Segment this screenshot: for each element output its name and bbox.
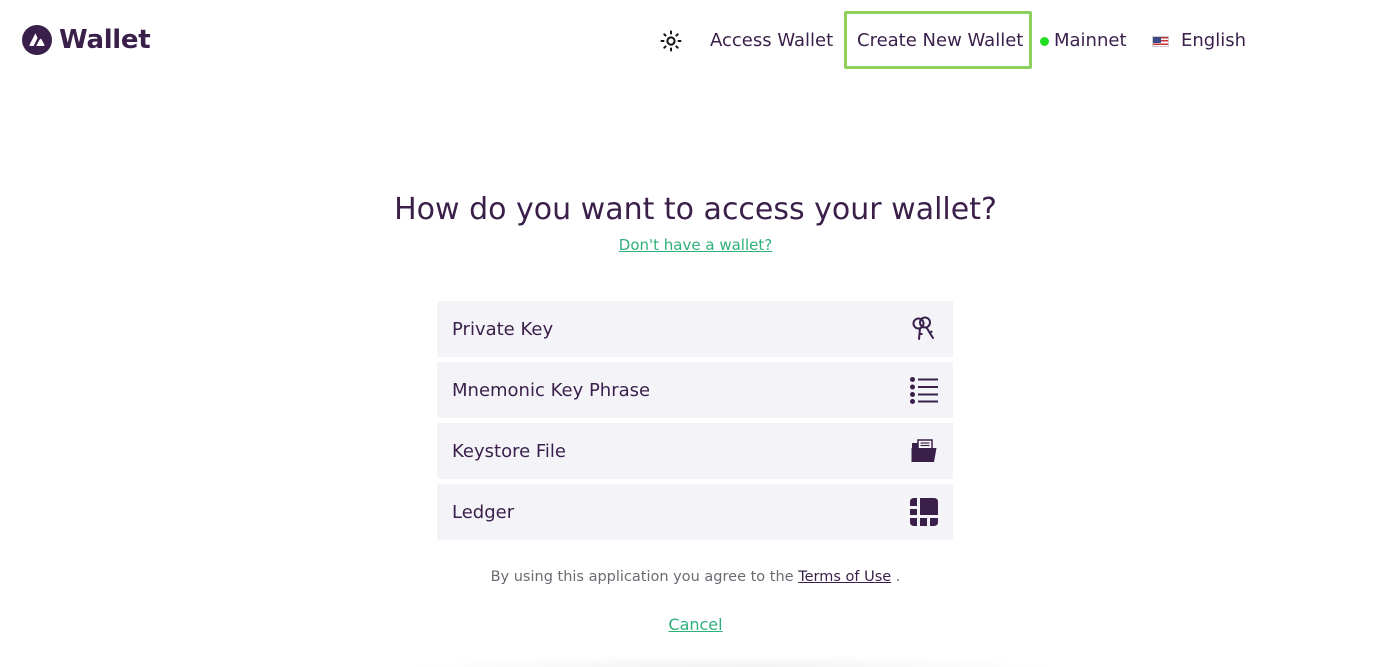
- access-options: Private Key Mnemonic Key Phrase Keystore…: [437, 301, 953, 545]
- network-status-dot: [1040, 36, 1049, 46]
- nav-access-wallet[interactable]: Access Wallet: [710, 28, 833, 54]
- option-label: Mnemonic Key Phrase: [452, 379, 651, 401]
- header: Wallet Access Wallet Create New Wallet M…: [0, 0, 1400, 82]
- no-wallet-link[interactable]: Don't have a wallet?: [619, 236, 772, 254]
- language-label: English: [1181, 30, 1246, 51]
- option-ledger[interactable]: Ledger: [437, 484, 953, 540]
- logo-text: Wallet: [59, 25, 151, 55]
- avalanche-logo-icon: [22, 25, 52, 55]
- nav-create-new-wallet[interactable]: Create New Wallet: [857, 28, 1023, 54]
- cancel-link[interactable]: Cancel: [668, 615, 722, 634]
- terms-notice: By using this application you agree to t…: [0, 567, 1391, 587]
- option-label: Ledger: [452, 501, 515, 523]
- folder-icon: [911, 439, 937, 462]
- ledger-icon: [910, 498, 938, 526]
- list-icon: [910, 377, 938, 404]
- logo[interactable]: Wallet: [22, 25, 151, 55]
- keys-icon: [912, 316, 934, 340]
- terms-of-use-link[interactable]: Terms of Use: [798, 569, 891, 585]
- terms-suffix: .: [895, 569, 901, 585]
- footer-shadow: [400, 655, 1060, 667]
- us-flag-icon: [1152, 35, 1169, 47]
- language-selector[interactable]: English: [1152, 28, 1246, 54]
- option-mnemonic[interactable]: Mnemonic Key Phrase: [437, 362, 953, 418]
- option-label: Private Key: [452, 318, 554, 340]
- sun-icon[interactable]: [660, 30, 682, 52]
- terms-prefix: By using this application you agree to t…: [490, 569, 794, 585]
- option-label: Keystore File: [452, 440, 567, 462]
- no-wallet-row: Don't have a wallet?: [0, 235, 1391, 255]
- cancel-row: Cancel: [0, 614, 1391, 636]
- network-selector[interactable]: Mainnet: [1040, 28, 1127, 54]
- network-label: Mainnet: [1054, 30, 1127, 51]
- option-keystore-file[interactable]: Keystore File: [437, 423, 953, 479]
- page-title: How do you want to access your wallet?: [394, 192, 997, 227]
- option-private-key[interactable]: Private Key: [437, 301, 953, 357]
